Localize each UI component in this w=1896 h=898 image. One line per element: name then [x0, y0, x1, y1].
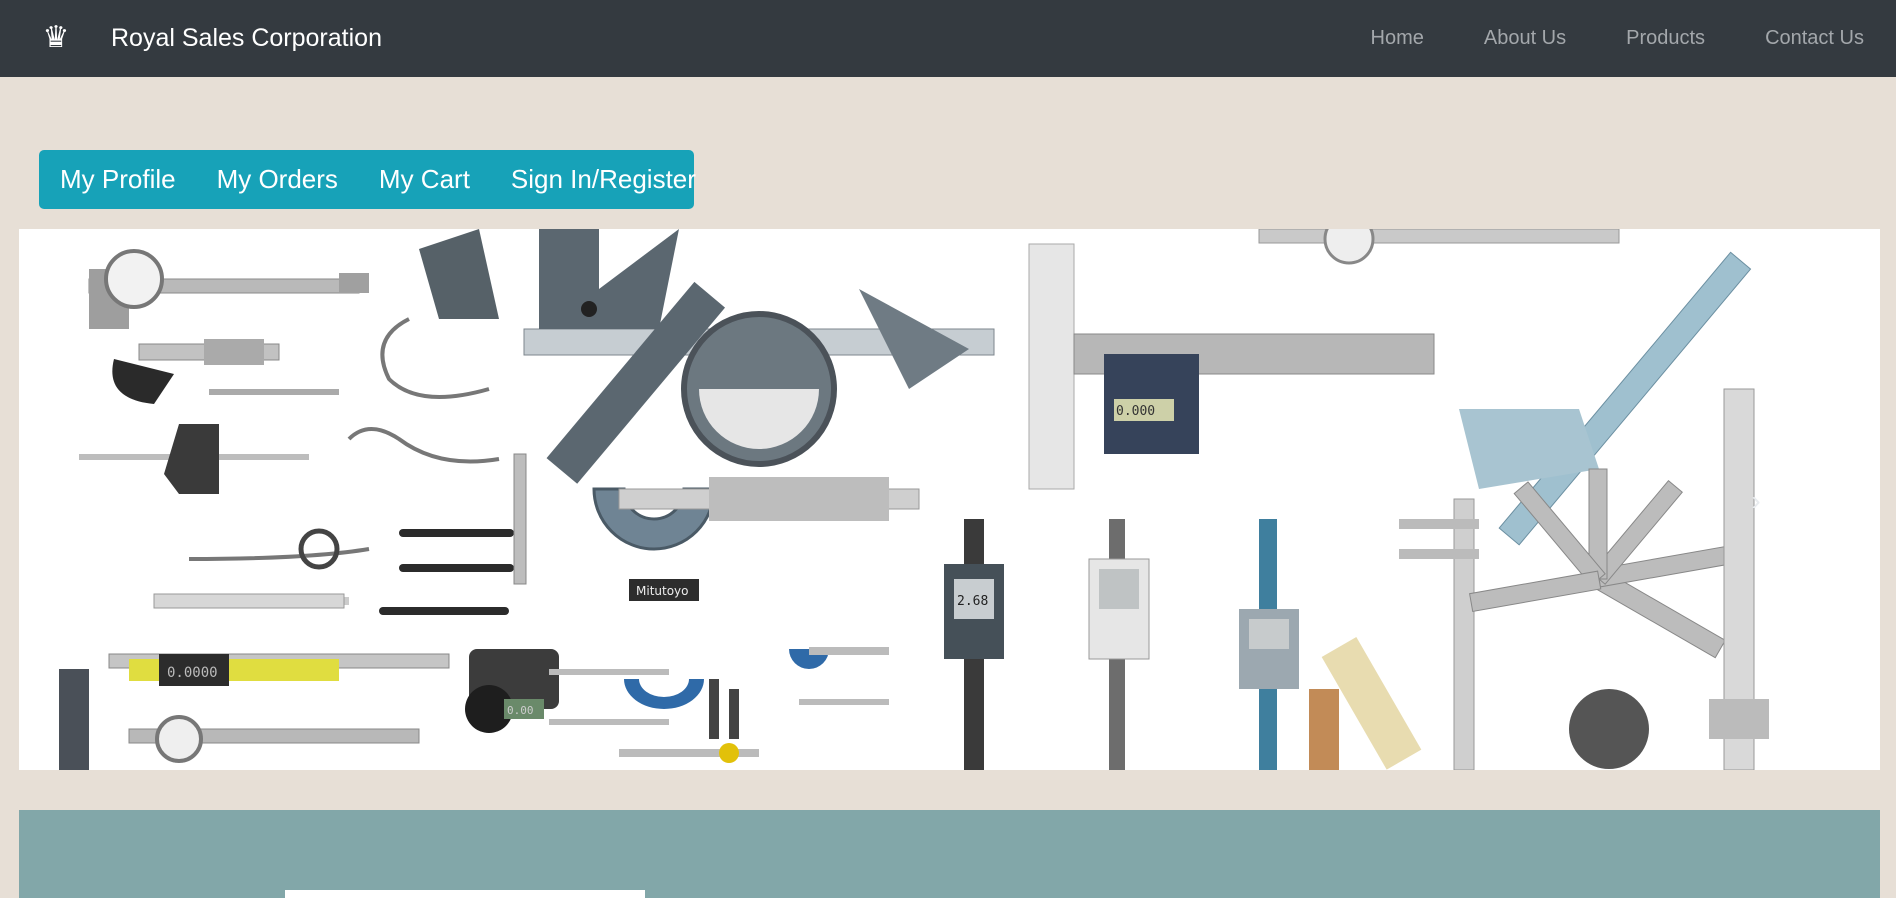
nav-link-products[interactable]: Products	[1626, 27, 1705, 50]
combination-square-image	[523, 229, 995, 484]
svg-text:0.00: 0.00	[507, 704, 534, 717]
my-orders-link[interactable]: My Orders	[217, 164, 338, 195]
svg-text:2.68: 2.68	[957, 594, 988, 609]
svg-text:0.0000: 0.0000	[167, 665, 218, 681]
nav-links: Home About Us Products Contact Us	[1311, 0, 1865, 77]
chevron-right-icon[interactable]: ›	[1741, 481, 1771, 521]
nav-link-about-us[interactable]: About Us	[1484, 27, 1566, 50]
svg-text:Mitutoyo: Mitutoyo	[636, 584, 689, 598]
digital-caliper-image: 0.0000	[59, 653, 450, 770]
my-profile-link[interactable]: My Profile	[60, 164, 176, 195]
crown-icon[interactable]: ♛	[38, 22, 74, 54]
depth-micrometer-image: 0.000	[1028, 243, 1435, 490]
sign-in-register-link[interactable]: Sign In/Register	[511, 164, 696, 195]
content-card	[285, 890, 645, 898]
lower-section	[19, 810, 1880, 898]
nav-link-home[interactable]: Home	[1371, 27, 1424, 50]
dial-caliper-image	[88, 249, 369, 329]
my-cart-link[interactable]: My Cart	[379, 164, 470, 195]
brand-name[interactable]: Royal Sales Corporation	[111, 22, 382, 54]
outside-micrometer-image: Mitutoyo	[592, 477, 920, 601]
feeler-gauge-image	[1469, 468, 1729, 659]
top-navbar: ♛ Royal Sales Corporation Home About Us …	[0, 0, 1896, 77]
banner-carousel[interactable]: 0.0000 Mitutoyo 0.000 2.68 0.00 ›	[19, 229, 1880, 770]
svg-text:0.000: 0.000	[1116, 404, 1155, 419]
user-menu: My Profile My Orders My Cart Sign In/Reg…	[39, 150, 696, 209]
measuring-tools-collage: 0.0000 Mitutoyo 0.000 2.68 0.00	[59, 229, 1769, 770]
nav-link-contact-us[interactable]: Contact Us	[1765, 27, 1864, 50]
vertical-digital-calipers-image: 2.68	[944, 519, 1299, 770]
